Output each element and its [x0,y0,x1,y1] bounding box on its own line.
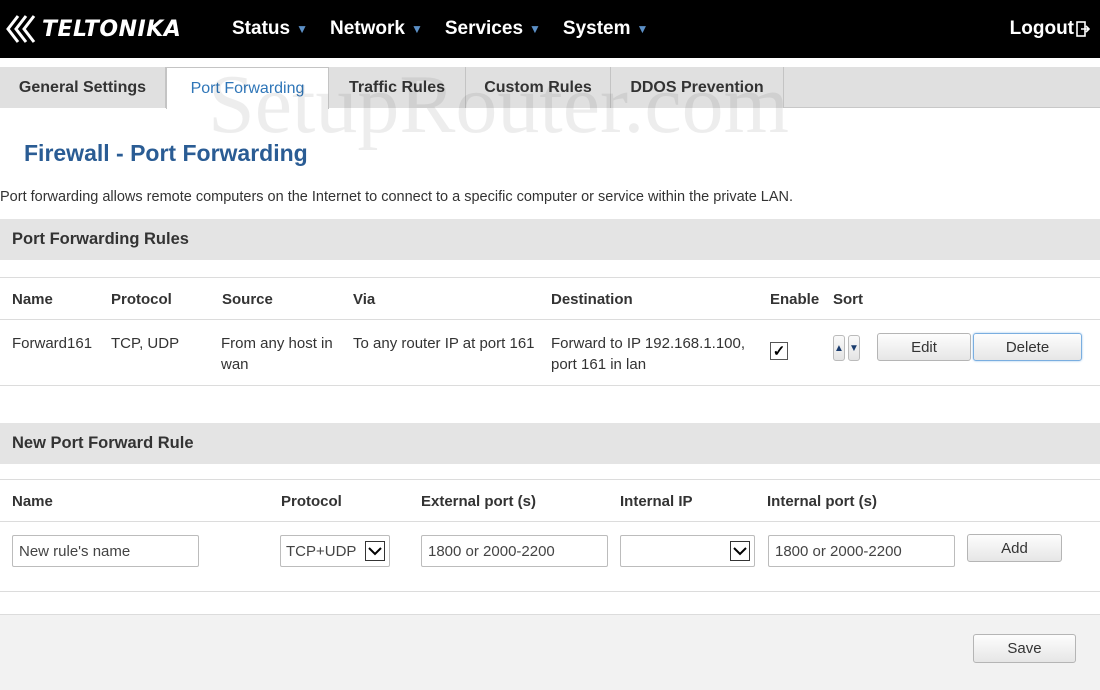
menu-network-label: Network [329,18,405,39]
new-rule-section-title: New Port Forward Rule [12,434,194,452]
protocol-select[interactable]: TCP+UDP [280,535,390,567]
rule-source: From any host in wan [221,333,333,375]
chevron-down-icon: ▼ [636,22,649,36]
column-header-destination: Destination [551,291,633,308]
column-header-internal-ip: Internal IP [620,493,693,510]
column-header-internal-ports: Internal port (s) [767,493,878,510]
tab-ddos-prevention[interactable]: DDOS Prevention [611,67,784,108]
rule-source-line1: From any host in [221,335,333,352]
logout-icon [1076,21,1090,37]
rule-destination: Forward to IP 192.168.1.100, port 161 in… [551,333,745,375]
logo-text: TELTONIKA [42,16,182,42]
tab-label: DDOS Prevention [630,78,764,96]
edit-button-label: Edit [911,338,937,356]
protocol-selected-value: TCP+UDP [286,542,357,560]
checkmark-icon: ✓ [772,342,786,360]
internal-ip-select[interactable] [620,535,755,567]
logout-label: Logout [1009,18,1074,39]
tab-label: Custom Rules [484,78,592,96]
logout-link[interactable]: Logout [1010,0,1090,58]
menu-network[interactable]: Network ▼ [330,18,423,40]
page-title: Firewall - Port Forwarding [24,140,308,166]
column-header-name: Name [12,493,53,510]
tab-label: Traffic Rules [348,78,446,96]
rule-source-line2: wan [221,356,249,373]
menu-status[interactable]: Status ▼ [232,18,308,40]
rules-section-title: Port Forwarding Rules [12,230,189,248]
rule-name: Forward161 [12,335,93,352]
column-header-protocol: Protocol [281,493,342,510]
menu-system[interactable]: System ▼ [563,18,649,40]
firewall-tabs: General Settings Port Forwarding Traffic… [0,67,1100,109]
rule-destination-line2: port 161 in lan [551,356,647,373]
menu-status-label: Status [232,18,291,39]
internal-port-placeholder: 1800 or 2000-2200 [775,542,902,560]
sort-down-button[interactable]: ▼ [848,335,860,361]
teltonika-logo[interactable]: TELTONIKA [4,12,181,46]
tab-label: General Settings [18,78,147,96]
add-button-label: Add [1001,539,1028,557]
chevron-down-icon: ▼ [410,22,423,36]
chevron-down-icon [730,541,750,561]
table-row: Forward161 TCP, UDP From any host in wan… [0,320,1100,386]
column-header-via: Via [353,291,376,308]
edit-button[interactable]: Edit [877,333,971,361]
delete-button[interactable]: Delete [973,333,1082,361]
tab-label: Port Forwarding [190,79,305,97]
chevron-down-icon [365,541,385,561]
rule-protocol: TCP, UDP [111,335,180,352]
arrow-down-icon: ▼ [849,342,859,354]
chevron-down-icon: ▼ [529,22,541,36]
column-header-source: Source [222,291,273,308]
menu-system-label: System [562,18,631,39]
external-port-input[interactable]: 1800 or 2000-2200 [421,535,608,567]
external-port-placeholder: 1800 or 2000-2200 [428,542,555,560]
form-footer: Save [0,614,1100,690]
column-header-sort: Sort [833,291,863,308]
top-navigation-bar: TELTONIKA Status ▼ Network ▼ Services ▼ … [0,0,1100,58]
arrow-up-icon: ▲ [834,342,844,354]
rules-section-header: Port Forwarding Rules [0,219,1100,260]
teltonika-logo-icon [6,15,36,43]
tab-traffic-rules[interactable]: Traffic Rules [329,67,466,108]
column-header-enable: Enable [770,291,820,308]
save-button-label: Save [1007,640,1042,657]
tab-custom-rules[interactable]: Custom Rules [466,67,611,108]
column-header-external-ports: External port (s) [421,493,537,510]
tab-port-forwarding[interactable]: Port Forwarding [166,67,329,109]
menu-services[interactable]: Services ▼ [445,18,541,40]
chevron-down-icon: ▼ [296,22,308,36]
save-button[interactable]: Save [973,634,1076,663]
page-description: Port forwarding allows remote computers … [0,189,794,205]
column-header-name: Name [12,291,53,308]
new-rule-table-header: Name Protocol External port (s) Internal… [0,479,1100,522]
rule-name-input[interactable]: New rule's name [12,535,199,567]
rule-destination-line1: Forward to IP 192.168.1.100, [551,335,746,352]
rule-via: To any router IP at port 161 [353,335,535,352]
main-menu: Status ▼ Network ▼ Services ▼ System ▼ [232,0,670,58]
internal-port-input[interactable]: 1800 or 2000-2200 [768,535,955,567]
add-button[interactable]: Add [967,534,1062,562]
rule-enable-checkbox[interactable]: ✓ [770,342,788,360]
new-rule-section-header: New Port Forward Rule [0,423,1100,464]
new-rule-form-row: New rule's name TCP+UDP 1800 or 2000-220… [0,522,1100,592]
tab-general-settings[interactable]: General Settings [0,67,166,108]
rule-name-placeholder: New rule's name [19,542,131,560]
sort-up-button[interactable]: ▲ [833,335,845,361]
rules-table-header: Name Protocol Source Via Destination Ena… [0,277,1100,320]
menu-services-label: Services [444,18,524,39]
delete-button-label: Delete [1005,338,1050,356]
column-header-protocol: Protocol [111,291,172,308]
